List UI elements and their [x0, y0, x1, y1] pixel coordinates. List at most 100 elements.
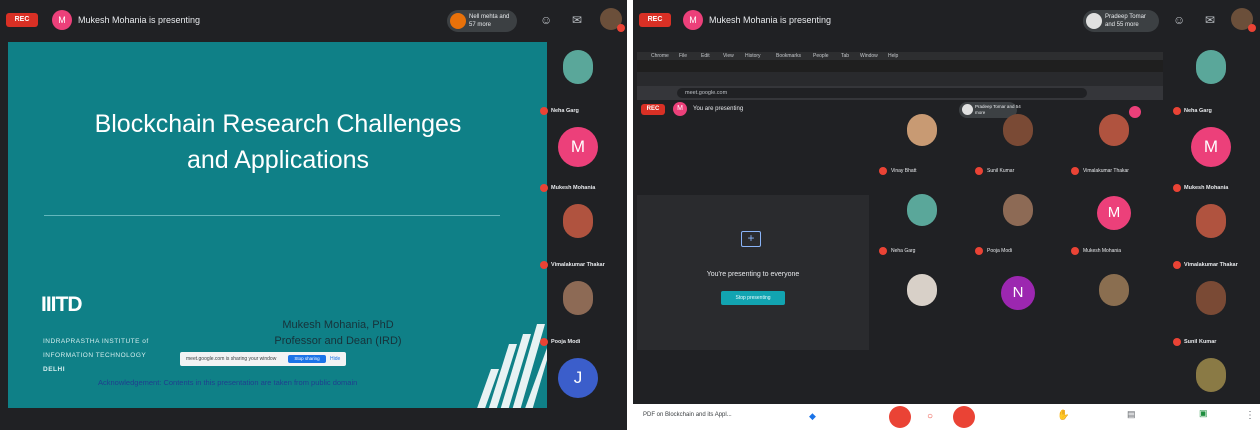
mic-off-button[interactable]: [889, 406, 911, 428]
meet-window-right: REC M Mukesh Mohania is presenting Prade…: [633, 0, 1260, 430]
grid-participant-name: Neha Garg: [891, 248, 916, 254]
participant-tile[interactable]: Vimalakumar Thakar: [1168, 198, 1254, 278]
participant-photo: [563, 281, 593, 315]
grid-participant-tile[interactable]: [873, 266, 973, 348]
participant-photo: [563, 204, 593, 238]
menu-item[interactable]: Edit: [701, 53, 710, 59]
mic-muted-icon: [1071, 247, 1079, 255]
chat-icon[interactable]: ✉: [1205, 14, 1215, 26]
menu-item[interactable]: View: [723, 53, 734, 59]
speaker-name: Mukesh Mohania, PhD: [282, 319, 394, 331]
grid-participant-tile[interactable]: Pooja Modi: [969, 186, 1069, 268]
participant-tile[interactable]: Vimalakumar Thakar: [535, 198, 621, 278]
presenter-status: Mukesh Mohania is presenting: [709, 15, 832, 25]
grid-participant-tile[interactable]: Neha Garg: [873, 186, 973, 268]
menu-item[interactable]: Window: [860, 53, 878, 59]
grid-participant-name: Pooja Modi: [987, 248, 1013, 254]
people-icon[interactable]: ☺: [540, 14, 552, 26]
bookmarks-bar: [637, 72, 1163, 86]
bottom-bar: PDF on Blockchain and its Appl... ◆ ○ ✋ …: [633, 404, 1260, 430]
participant-tile[interactable]: M Mukesh Mohania: [1168, 121, 1254, 201]
grid-participant-tile[interactable]: M Mukesh Mohania: [1065, 186, 1165, 268]
participant-name: Sunil Kumar: [1184, 339, 1217, 345]
browser-tabs[interactable]: [637, 60, 1163, 72]
stop-sharing-button[interactable]: Stop sharing: [288, 355, 326, 363]
file-label: PDF on Blockchain and its Appl...: [643, 412, 732, 418]
grid-avatar-letter: M: [1097, 196, 1131, 230]
grid-participant-name: Vimalakumar Thakar: [1083, 168, 1129, 174]
raise-hand-icon[interactable]: ✋: [1057, 410, 1069, 421]
menu-item[interactable]: Tab: [841, 53, 849, 59]
more-options-icon[interactable]: ⋮: [1245, 410, 1255, 421]
participant-name: Mukesh Mohania: [1184, 185, 1229, 191]
grid-participant-tile[interactable]: Sunil Kumar: [969, 106, 1069, 188]
slide-title: Blockchain Research Challenges and Appli…: [38, 106, 518, 178]
camera-off-button[interactable]: [953, 406, 975, 428]
chat-icon[interactable]: ✉: [572, 14, 582, 26]
participant-tile[interactable]: Sunil Kumar: [1168, 275, 1254, 355]
grid-participant-photo: [1003, 194, 1033, 226]
grid-participant-tile[interactable]: N: [969, 266, 1069, 348]
bottom-bar: [0, 408, 627, 430]
mic-muted-icon: [540, 338, 548, 346]
presenter-avatar: M: [52, 10, 72, 30]
mic-muted-icon: [540, 107, 548, 115]
slide-title-line2: and Applications: [186, 146, 370, 174]
menu-item[interactable]: People: [813, 53, 829, 59]
inner-recording-badge: REC: [641, 104, 665, 115]
present-screen-icon: +: [741, 231, 761, 247]
menu-item[interactable]: Help: [888, 53, 898, 59]
grid-avatar-letter: N: [1001, 276, 1035, 310]
slide-divider: [44, 215, 500, 216]
participant-name: Neha Garg: [551, 108, 579, 114]
recording-badge: REC: [6, 13, 38, 27]
grid-participant-photo: [1003, 114, 1033, 146]
people-icon[interactable]: ☺: [1173, 14, 1185, 26]
mic-muted-icon: [1173, 184, 1181, 192]
menu-item[interactable]: Bookmarks: [776, 53, 801, 59]
notification-dot: [1248, 24, 1256, 32]
url-field[interactable]: meet.google.com: [677, 88, 1087, 98]
shield-icon[interactable]: ◆: [809, 411, 816, 422]
grid-participant-photo: [907, 274, 937, 306]
mic-muted-icon: [975, 247, 983, 255]
mac-menubar: Chrome File Edit View History Bookmarks People…: [637, 52, 1163, 60]
participant-tile[interactable]: Neha Garg: [1168, 44, 1254, 124]
menu-item[interactable]: Chrome: [651, 53, 669, 59]
recording-badge: REC: [639, 13, 671, 27]
mic-muted-icon: [1173, 261, 1181, 269]
captions-icon[interactable]: ▤: [1127, 409, 1136, 420]
institute-line-3: DELHI: [43, 366, 65, 373]
url-text: meet.google.com: [685, 90, 728, 96]
participant-tile[interactable]: M Mukesh Mohania: [535, 121, 621, 201]
hide-button[interactable]: Hide: [330, 356, 340, 362]
grid-participant-tile[interactable]: Vimalakumar Thakar: [1065, 106, 1165, 188]
menu-item[interactable]: History: [745, 53, 761, 59]
participants-pill-text: Nell mehta and 57 more: [469, 14, 510, 28]
grid-participant-photo: [1099, 274, 1129, 306]
end-call-icon[interactable]: ○: [927, 411, 933, 422]
grid-participant-photo: [907, 194, 937, 226]
participant-tile[interactable]: Neha Garg: [535, 44, 621, 124]
participant-name: Neha Garg: [1184, 108, 1212, 114]
participants-pill[interactable]: Nell mehta and 57 more: [447, 10, 517, 32]
inner-presenter-status: You are presenting: [693, 106, 744, 112]
stop-presenting-button[interactable]: Stop presenting: [721, 291, 785, 305]
sharing-bar-text: meet.google.com is sharing your window: [186, 356, 277, 362]
inner-meet-view: REC M You are presenting Pradeep Tomar a…: [637, 100, 1163, 412]
participant-name: Vimalakumar Thakar: [1184, 262, 1238, 268]
slide-acknowledgement: Acknowledgement: Contents in this presen…: [98, 378, 358, 387]
participants-pill[interactable]: Pradeep Tomar and 55 more: [1083, 10, 1159, 32]
grid-participant-name: Vinay Bhatt: [891, 168, 917, 174]
present-now-icon[interactable]: ▣: [1199, 408, 1208, 419]
inner-presenter-avatar: M: [673, 102, 687, 116]
menu-item[interactable]: File: [679, 53, 687, 59]
grid-participant-tile[interactable]: [1065, 266, 1165, 348]
mic-muted-icon: [540, 261, 548, 269]
presenter-status: Mukesh Mohania is presenting: [78, 15, 201, 25]
notification-dot: [617, 24, 625, 32]
mic-muted-icon: [879, 247, 887, 255]
participant-tile[interactable]: Pooja Modi: [535, 275, 621, 355]
participant-avatar: [1086, 13, 1102, 29]
grid-participant-tile[interactable]: Vinay Bhatt: [873, 106, 973, 188]
